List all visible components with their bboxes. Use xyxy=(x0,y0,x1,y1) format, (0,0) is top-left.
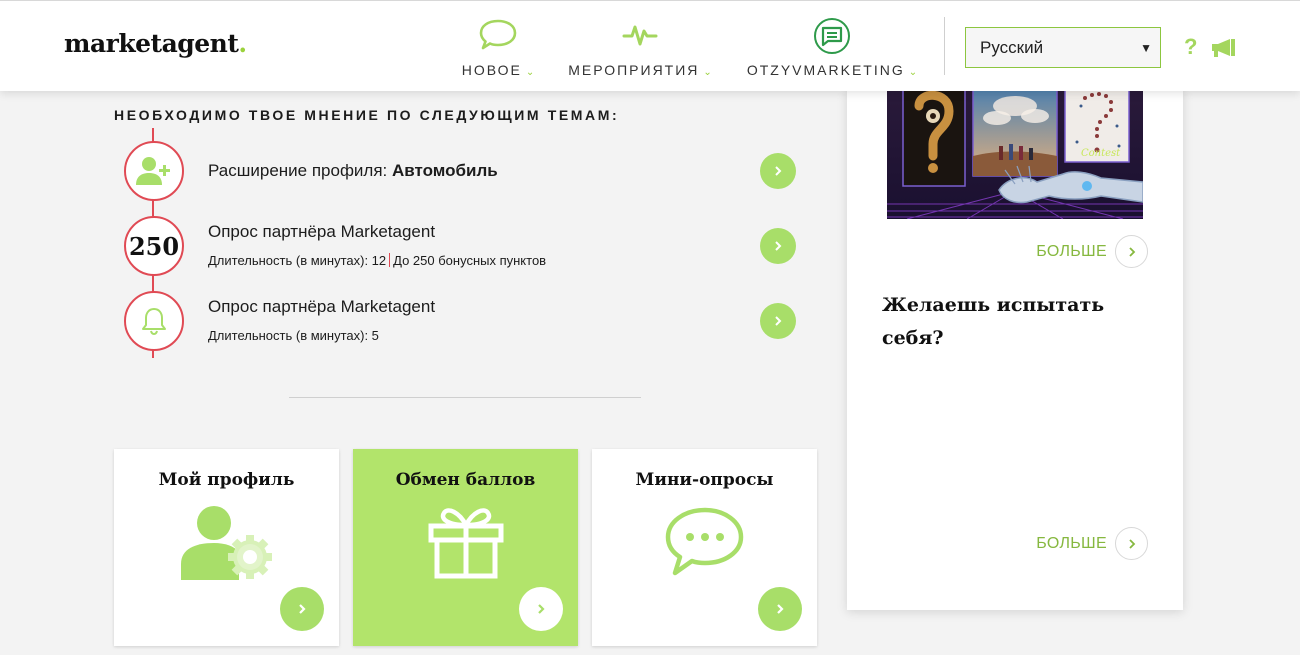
topic-2-arrow-button[interactable] xyxy=(760,228,796,264)
chevron-right-icon xyxy=(777,604,784,614)
chevron-right-icon xyxy=(299,604,306,614)
card-points-exchange-title: Обмен баллов xyxy=(395,470,536,490)
chevron-right-icon xyxy=(1128,246,1135,257)
nav-label-otzyvmarketing: OTZYVMARKETING xyxy=(746,62,905,78)
pulse-icon xyxy=(622,25,658,46)
topics-heading: НЕОБХОДИМО ТВОЕ МНЕНИЕ ПО СЛЕДУЮЩИМ ТЕМА… xyxy=(114,107,620,123)
topic-3-icon-circle xyxy=(124,291,184,351)
chevron-down-icon: ⌄ xyxy=(525,67,535,78)
chevron-right-icon xyxy=(775,166,782,176)
speech-bubble-icon xyxy=(479,19,517,50)
card-mini-surveys-button[interactable] xyxy=(758,587,802,631)
chevron-right-icon xyxy=(775,316,782,326)
chevron-down-icon: ▼ xyxy=(1140,41,1152,55)
topic-3-title[interactable]: Опрос партнёра Marketagent xyxy=(208,297,435,317)
language-select[interactable]: Русский ▼ xyxy=(965,27,1161,68)
bell-icon xyxy=(142,308,166,336)
gift-icon xyxy=(428,508,503,579)
logo[interactable]: marketagent. xyxy=(64,29,247,58)
chat-dots-icon xyxy=(665,507,743,576)
topic-1-arrow-button[interactable] xyxy=(760,153,796,189)
more-arrow-button[interactable] xyxy=(1115,527,1148,560)
help-icon[interactable]: ? xyxy=(1184,34,1197,60)
card-mini-surveys-title: Мини-опросы xyxy=(635,470,774,490)
svg-text:Contest: Contest xyxy=(1081,148,1121,159)
nav-item-events[interactable]: МЕРОПРИЯТИЯ ⌄ xyxy=(565,18,715,78)
nav-label-new: НОВОЕ xyxy=(461,62,522,78)
chevron-down-icon: ⌄ xyxy=(703,67,712,78)
ai-art-illustration: Contest xyxy=(887,86,1143,219)
topic-2-duration: Длительность (в минутах): 12 xyxy=(208,253,387,268)
user-settings-icon xyxy=(180,506,272,580)
more-link-1[interactable]: БОЛЬШЕ xyxy=(1036,235,1148,268)
chevron-right-icon xyxy=(1128,538,1135,549)
site-header: marketagent. НОВОЕ ⌄ МЕРОПРИЯТИЯ ⌄ OTZYVMA… xyxy=(0,0,1300,91)
points-badge-value: 250 xyxy=(128,231,180,261)
panel-heading: Желаешь испытать себя? xyxy=(882,294,1105,349)
nav-item-otzyvmarketing[interactable]: OTZYVMARKETING ⌄ xyxy=(744,18,920,78)
add-user-icon xyxy=(136,157,170,185)
language-select-value: Русский xyxy=(980,38,1044,57)
promo-panel: Contest БОЛЬШЕ Желаешь испытать себя? БО… xyxy=(847,86,1183,610)
topic-2-subtitle: Длительность (в минутах): 12 До 250 бонус… xyxy=(208,253,546,268)
promo-image[interactable]: Contest xyxy=(887,86,1143,219)
chat-lines-icon xyxy=(814,18,850,54)
page: marketagent. НОВОЕ ⌄ МЕРОПРИЯТИЯ ⌄ OTZYVMA… xyxy=(0,0,1300,655)
topic-1-title-bold: Автомобиль xyxy=(392,161,498,180)
topic-2-title[interactable]: Опрос партнёра Marketagent xyxy=(208,222,435,242)
more-link-2[interactable]: БОЛЬШЕ xyxy=(1036,527,1148,560)
chevron-right-icon xyxy=(538,604,545,614)
topic-3-subtitle: Длительность (в минутах): 5 xyxy=(208,328,379,343)
logo-text: marketagent xyxy=(64,29,239,58)
card-my-profile[interactable]: Мой профиль xyxy=(114,449,339,646)
logo-dot: . xyxy=(238,29,247,58)
chevron-right-icon xyxy=(775,241,782,251)
chevron-down-icon: ⌄ xyxy=(908,67,918,78)
header-divider xyxy=(944,17,945,75)
more-label: БОЛЬШЕ xyxy=(1036,242,1107,260)
topic-1-title[interactable]: Расширение профиля: Автомобиль xyxy=(208,161,498,181)
card-points-exchange[interactable]: Обмен баллов xyxy=(353,449,578,646)
nav-label-events: МЕРОПРИЯТИЯ xyxy=(568,62,700,78)
topic-2-points-badge: 250 xyxy=(124,216,184,276)
separator xyxy=(389,253,391,267)
card-my-profile-title: Мой профиль xyxy=(158,470,295,490)
section-divider xyxy=(289,397,641,398)
topic-2-bonus: До 250 бонусных пунктов xyxy=(393,253,547,268)
card-points-exchange-button[interactable] xyxy=(519,587,563,631)
nav-item-new[interactable]: НОВОЕ ⌄ xyxy=(456,18,540,78)
more-label: БОЛЬШЕ xyxy=(1036,534,1107,552)
more-arrow-button[interactable] xyxy=(1115,235,1148,268)
megaphone-icon[interactable] xyxy=(1211,37,1237,59)
topic-3-arrow-button[interactable] xyxy=(760,303,796,339)
topic-1-icon-circle xyxy=(124,141,184,201)
card-my-profile-button[interactable] xyxy=(280,587,324,631)
card-mini-surveys[interactable]: Мини-опросы xyxy=(592,449,817,646)
topic-1-title-prefix: Расширение профиля: xyxy=(208,161,393,180)
